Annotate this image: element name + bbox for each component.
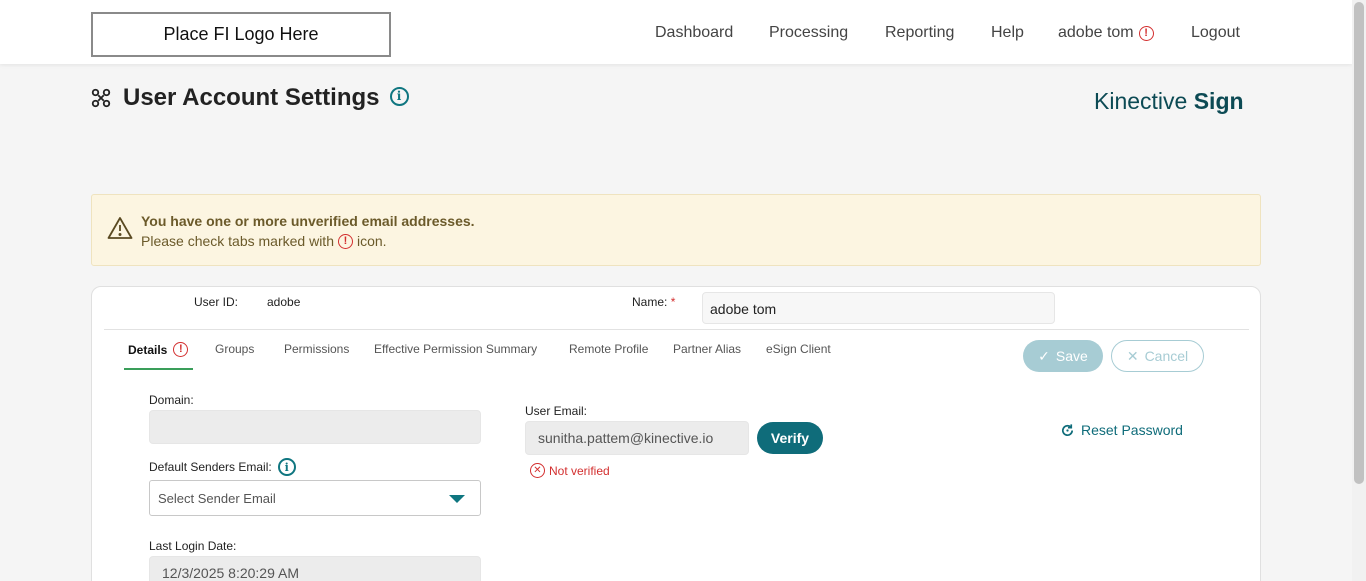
tab-esign-client[interactable]: eSign Client	[766, 342, 831, 356]
tab-effective-permission-summary[interactable]: Effective Permission Summary	[374, 342, 537, 356]
alert-icon: !	[173, 342, 189, 357]
reset-password-link[interactable]: Reset Password	[1060, 422, 1183, 438]
reset-password-label: Reset Password	[1081, 422, 1183, 438]
cancel-button[interactable]: ✕ Cancel	[1111, 340, 1204, 372]
nav-processing[interactable]: Processing	[769, 24, 848, 42]
tab-remote-profile[interactable]: Remote Profile	[569, 342, 648, 356]
active-tab-indicator	[124, 368, 193, 370]
logo-placeholder[interactable]: Place FI Logo Here	[91, 12, 391, 57]
warning-title: You have one or more unverified email ad…	[141, 213, 475, 229]
save-label: Save	[1055, 348, 1088, 364]
domain-field[interactable]	[149, 410, 481, 444]
select-placeholder: Select Sender Email	[158, 491, 276, 506]
name-label-text: Name:	[632, 295, 668, 309]
tab-permissions[interactable]: Permissions	[284, 342, 349, 356]
last-login-field: 12/3/2025 8:20:29 AM	[149, 556, 481, 581]
user-account-card: User ID: adobe Name: * adobe tom Details…	[91, 286, 1261, 581]
user-email-field[interactable]: sunitha.pattem@kinective.io	[525, 421, 749, 455]
nav-help[interactable]: Help	[991, 24, 1024, 42]
domain-label: Domain:	[149, 393, 194, 407]
tab-partner-alias[interactable]: Partner Alias	[673, 342, 741, 356]
nav-logout[interactable]: Logout	[1191, 24, 1240, 42]
warning-text-after: icon.	[356, 233, 387, 249]
tab-details[interactable]: Details !	[128, 342, 189, 357]
alert-icon: !	[1138, 25, 1154, 41]
brand-bold-text: Sign	[1193, 88, 1244, 114]
unverified-email-warning: You have one or more unverified email ad…	[91, 194, 1261, 266]
nav-user-label: adobe tom	[1058, 24, 1134, 41]
brand-light-text: Kinective	[1094, 88, 1194, 114]
brand-logo: Kinective Sign	[1094, 88, 1244, 115]
tab-label: Details	[128, 342, 168, 357]
nav-reporting[interactable]: Reporting	[885, 24, 954, 42]
close-icon: ✕	[1126, 347, 1139, 364]
default-senders-label: Default Senders Email:	[149, 460, 272, 474]
page-title: User Account Settings	[123, 84, 380, 111]
user-id-value: adobe	[267, 295, 301, 309]
name-label: Name: *	[632, 295, 675, 309]
warning-triangle-icon	[107, 217, 133, 239]
chevron-down-icon	[449, 495, 465, 503]
name-field[interactable]: adobe tom	[702, 292, 1055, 324]
warning-text-before: Please check tabs marked with	[141, 233, 334, 249]
info-icon[interactable]: i	[277, 458, 296, 476]
page-scrollbar[interactable]	[1352, 0, 1366, 581]
user-id-label: User ID:	[194, 295, 239, 309]
save-button[interactable]: ✓ Save	[1023, 340, 1103, 372]
required-mark: *	[670, 295, 676, 309]
refresh-icon	[1062, 423, 1074, 436]
default-senders-label-row: Default Senders Email: i	[149, 458, 296, 476]
email-status: ✕ Not verified	[530, 463, 610, 478]
warning-message: Please check tabs marked with ! icon.	[141, 233, 387, 249]
settings-cross-icon	[91, 88, 111, 108]
default-sender-select[interactable]: Select Sender Email	[149, 480, 481, 516]
tab-groups[interactable]: Groups	[215, 342, 254, 356]
info-icon[interactable]: i	[389, 86, 409, 106]
scrollbar-thumb[interactable]	[1354, 2, 1364, 484]
page-title-row: User Account Settings i	[90, 84, 409, 112]
check-icon: ✓	[1038, 347, 1050, 364]
last-login-label: Last Login Date:	[149, 539, 237, 553]
user-email-label: User Email:	[525, 404, 588, 418]
top-navbar: Place FI Logo Here Dashboard Processing …	[0, 0, 1352, 64]
nav-dashboard[interactable]: Dashboard	[655, 24, 733, 42]
divider	[104, 329, 1249, 330]
cancel-label: Cancel	[1144, 348, 1189, 364]
nav-user-menu[interactable]: adobe tom !	[1058, 24, 1154, 42]
verify-button[interactable]: Verify	[757, 422, 823, 454]
not-verified-text: Not verified	[549, 463, 610, 478]
alert-icon: !	[337, 233, 353, 249]
error-x-icon: ✕	[530, 463, 545, 478]
